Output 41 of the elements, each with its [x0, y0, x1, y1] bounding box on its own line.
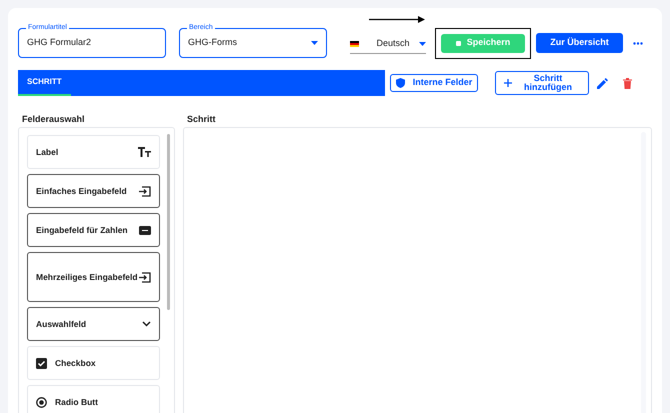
input-arrow-icon: [138, 272, 151, 282]
field-value: GHG-Forms: [188, 36, 237, 50]
field-type-label: Label: [36, 146, 58, 158]
internal-fields-button[interactable]: Interne Felder: [390, 74, 478, 92]
shield-icon: [396, 78, 405, 88]
language-select[interactable]: Deutsch: [350, 34, 426, 54]
field-type-item[interactable]: Mehrzeiliges Eingabefeld: [27, 252, 160, 302]
radio-icon: [36, 396, 47, 408]
field-type-item[interactable]: Auswahlfeld: [27, 307, 160, 341]
field-type-label: Auswahlfeld: [36, 318, 86, 330]
overview-button[interactable]: Zur Übersicht: [536, 33, 623, 53]
field-type-label: Radio Butt: [55, 396, 98, 408]
chevron-down-icon: [142, 321, 151, 327]
field-value: GHG Formular2: [27, 36, 92, 50]
language-value: Deutsch: [376, 36, 410, 50]
plus-icon: [504, 79, 512, 87]
field-type-label: Einfaches Eingabefeld: [36, 184, 127, 198]
add-step-button[interactable]: Schritt hinzufügen: [495, 71, 589, 95]
field-type-label: Mehrzeiliges Eingabefeld: [36, 270, 138, 284]
more-options-icon[interactable]: [633, 42, 643, 44]
step-tab[interactable]: SCHRITT: [18, 70, 71, 96]
field-type-item[interactable]: Label: [27, 135, 160, 169]
scrollbar-thumb[interactable]: [167, 134, 170, 310]
number-icon: [139, 226, 151, 234]
flag-icon: [350, 40, 359, 46]
pointer-arrow: [369, 16, 425, 22]
panel-title: Felderauswahl: [22, 113, 86, 126]
text-size-icon: [138, 147, 151, 157]
field-type-item[interactable]: Eingabefeld für Zahlen: [27, 213, 160, 247]
panel-title: Schritt: [187, 113, 217, 126]
field-type-item[interactable]: Einfaches Eingabefeld: [27, 174, 160, 208]
checkbox-icon: [36, 358, 47, 368]
dropdown-caret-icon: [311, 41, 318, 45]
input-arrow-icon: [138, 186, 151, 196]
edit-pencil-icon[interactable]: [597, 78, 608, 88]
field-type-item[interactable]: Checkbox: [27, 346, 160, 380]
field-type-label: Eingabefeld für Zahlen: [36, 224, 128, 236]
field-type-item[interactable]: Radio Butt: [27, 385, 160, 413]
dropdown-caret-icon: [419, 42, 426, 46]
trash-icon[interactable]: [623, 78, 632, 88]
field-type-label: Checkbox: [55, 356, 96, 370]
